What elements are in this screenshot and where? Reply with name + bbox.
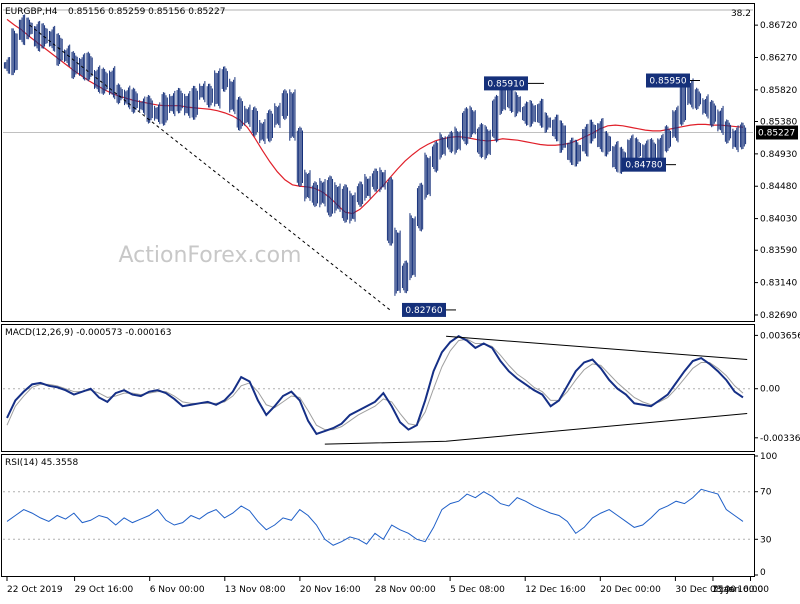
x-tick-label: 13 Nov 08:00 [225,585,286,595]
ohlc-values: 0.85156 0.85259 0.85156 0.85227 [68,7,225,17]
rsi-tick-label: 0 [760,568,766,578]
macd-trendline [324,413,748,445]
x-tick-label: 15 Jan 00:00 [712,585,769,595]
rsi-pane [1,454,755,577]
fib-level-label: 38.2 [731,9,751,19]
rsi-title: RSI(14) 45.3558 [5,458,78,468]
chart-canvas: ActionForex.com 0.85910 0.85950 0.84780 0.8… [1,3,800,595]
x-tick-label: 5 Dec 08:00 [450,585,505,595]
price-tick-label: 0.84930 [760,150,797,160]
price-tick-label: 0.82690 [760,311,797,321]
macd-tick-label: 0.00 [760,385,780,395]
price-tick-label: 0.85820 [760,86,797,96]
rsi-tick-label: 70 [760,488,772,498]
x-tick-label: 20 Nov 16:00 [300,585,361,595]
macd-pane [1,324,755,452]
symbol-label: EURGBP,H4 [5,7,58,17]
x-tick-label: 28 Nov 00:00 [375,585,436,595]
current-price-label: 0.85227 [758,129,795,139]
macd-signal-line [6,338,744,431]
price-annotation-label: 0.82760 [405,306,442,316]
rsi-tick-label: 100 [760,452,777,462]
rsi-line [6,488,744,546]
price-tick-label: 0.84030 [760,215,797,225]
price-tick-label: 0.83140 [760,279,797,289]
rsi-tick-label: 30 [760,535,772,545]
x-tick-label: 20 Dec 00:00 [600,585,661,595]
price-tick-label: 0.84480 [760,182,797,192]
macd-tick-label: -0.003364 [760,434,800,444]
watermark: ActionForex.com [119,243,302,268]
x-tick-label: 29 Oct 16:00 [75,585,134,595]
x-tick-label: 12 Dec 16:00 [525,585,586,595]
price-annotation-label: 0.85950 [649,77,686,87]
price-annotation-label: 0.84780 [625,161,662,171]
price-tick-label: 0.83590 [760,246,797,256]
price-annotation-label: 0.85910 [487,79,524,89]
x-tick-label: 22 Oct 2019 [7,585,63,595]
macd-title: MACD(12,26,9) -0.000573 -0.000163 [5,328,171,338]
x-tick-label: 6 Nov 00:00 [150,585,205,595]
macd-tick-label: 0.003656 [760,331,800,341]
price-tick-label: 0.86720 [760,21,797,31]
price-tick-label: 0.86270 [760,54,797,64]
